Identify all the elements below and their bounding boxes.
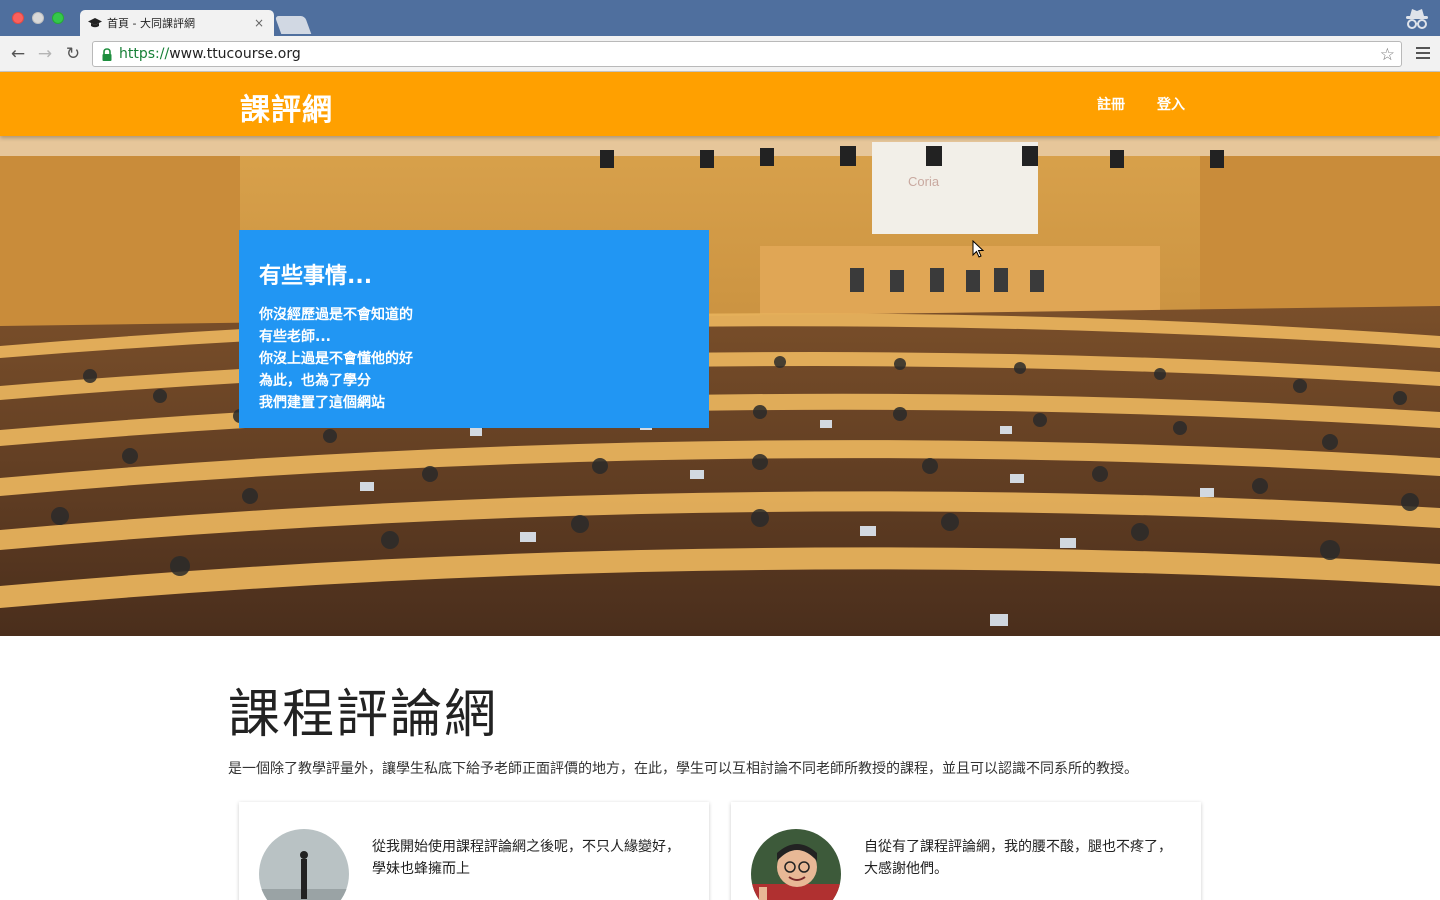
testimonial-card: 自從有了課程評論網，我的腰不酸，腿也不疼了，大感謝他們。	[731, 802, 1201, 900]
avatar	[259, 829, 349, 900]
graduation-cap-icon	[88, 17, 102, 29]
register-link[interactable]: 註冊	[1097, 94, 1125, 114]
hero-intro-card: 有些事情... 你沒經歷過是不會知道的 有些老師... 你沒上過是不會懂他的好 …	[239, 230, 709, 428]
mouse-cursor-icon	[972, 239, 985, 258]
testimonial-card: 從我開始使用課程評論網之後呢，不只人緣變好，學妹也蜂擁而上	[239, 802, 709, 900]
forward-icon[interactable]: →	[35, 44, 55, 64]
browser-toolbar: ← → ↻ https://www.ttucourse.org ☆	[0, 36, 1440, 72]
testimonial-quote: 從我開始使用課程評論網之後呢，不只人緣變好，學妹也蜂擁而上	[372, 839, 680, 877]
avatar	[751, 829, 841, 900]
testimonial-quote: 自從有了課程評論網，我的腰不酸，腿也不疼了，大感謝他們。	[864, 839, 1172, 877]
hero-banner: Coria 有些事情... 你沒經歷過是不會知道的 有些老師... 你沒上過是不…	[0, 136, 1440, 636]
url-text: https://www.ttucourse.org	[119, 46, 301, 62]
tab-close-icon[interactable]: ×	[252, 16, 266, 30]
hero-line: 有些老師...	[259, 329, 331, 345]
address-bar[interactable]: https://www.ttucourse.org ☆	[92, 41, 1402, 67]
bookmark-star-icon[interactable]: ☆	[1380, 45, 1395, 65]
hero-line: 你沒經歷過是不會知道的	[259, 307, 413, 323]
close-window-button[interactable]	[12, 12, 24, 24]
hero-line: 我們建置了這個網站	[259, 395, 385, 411]
lock-icon	[101, 47, 113, 61]
tab-title: 首頁 - 大同課評網	[107, 17, 195, 30]
svg-text:Coria: Coria	[908, 174, 940, 189]
browser-tab-strip: 首頁 - 大同課評網 ×	[0, 0, 1440, 36]
site-brand[interactable]: 課評網	[240, 85, 333, 129]
incognito-icon	[1402, 6, 1432, 32]
browser-menu-icon[interactable]	[1416, 47, 1430, 59]
site-header: 課評網 註冊 登入	[0, 72, 1440, 136]
page-description: 是一個除了教學評量外，讓學生私底下給予老師正面評價的地方，在此，學生可以互相討論…	[228, 761, 1138, 777]
login-link[interactable]: 登入	[1157, 94, 1185, 114]
browser-tab-active[interactable]: 首頁 - 大同課評網 ×	[80, 10, 274, 36]
lecture-hall-photo: Coria	[0, 136, 1440, 636]
minimize-window-button[interactable]	[32, 12, 44, 24]
maximize-window-button[interactable]	[52, 12, 64, 24]
hero-line: 你沒上過是不會懂他的好	[259, 351, 413, 367]
back-icon[interactable]: ←	[8, 44, 28, 64]
new-tab-button[interactable]	[274, 16, 312, 34]
reload-icon[interactable]: ↻	[63, 44, 83, 64]
hero-title: 有些事情...	[259, 264, 373, 289]
page-title: 課程評論網	[228, 685, 499, 745]
hero-line: 為此，也為了學分	[259, 373, 371, 389]
